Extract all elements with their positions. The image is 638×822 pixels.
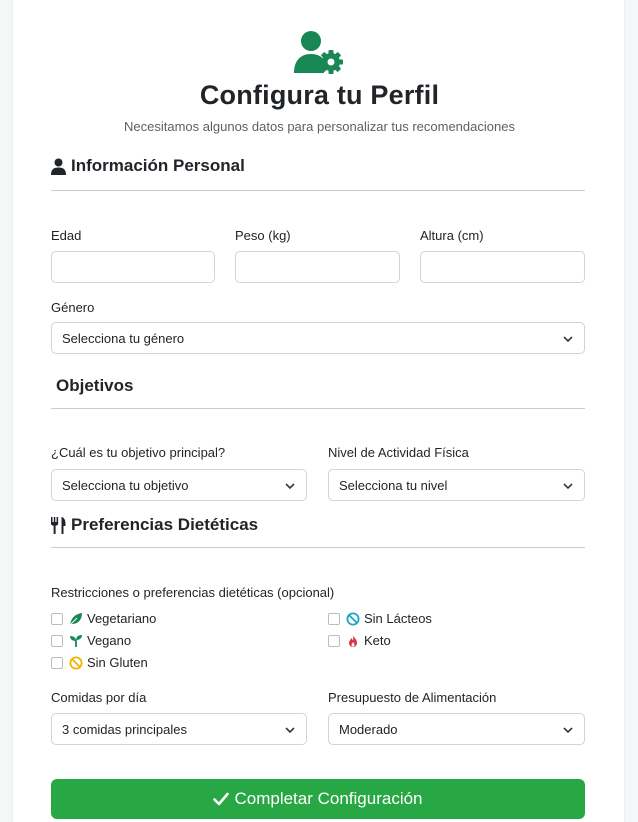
option-gluten-free[interactable]: Sin Gluten <box>51 655 148 670</box>
section-divider <box>51 408 585 409</box>
activity-select[interactable]: Selecciona tu nivel <box>328 469 585 501</box>
check-icon <box>213 792 230 806</box>
keto-checkbox[interactable] <box>328 634 340 647</box>
ban-icon <box>69 656 83 669</box>
budget-select[interactable]: Moderado <box>328 713 585 745</box>
activity-label: Nivel de Actividad Física <box>328 445 469 460</box>
section-divider <box>51 547 585 548</box>
goal-label: ¿Cuál es tu objetivo principal? <box>51 445 226 460</box>
gluten-free-checkbox[interactable] <box>51 656 63 669</box>
activity-select-value: Selecciona tu nivel <box>339 477 448 493</box>
meals-label: Comidas por día <box>51 690 147 705</box>
option-vegan[interactable]: Vegano <box>51 633 131 648</box>
meals-select[interactable]: 3 comidas principales <box>51 713 307 745</box>
weight-label: Peso (kg) <box>235 228 291 243</box>
leaf-icon <box>69 612 82 625</box>
section-personal-label: Información Personal <box>71 156 245 175</box>
page-title: Configura tu Perfil <box>199 80 440 110</box>
vegetarian-checkbox[interactable] <box>51 612 63 625</box>
user-icon <box>51 158 66 175</box>
profile-card: Configura tu Perfil Necesitamos algunos … <box>12 0 625 822</box>
chevron-down-icon <box>285 483 295 490</box>
gender-select[interactable]: Selecciona tu género <box>51 322 585 354</box>
gender-label: Género <box>51 300 95 315</box>
restrictions-label: Restricciones o preferencias dietéticas … <box>51 585 335 600</box>
chevron-down-icon <box>563 483 573 490</box>
section-diet-title: Preferencias Dietéticas <box>51 515 258 535</box>
chevron-down-icon <box>285 727 295 734</box>
gluten-free-label: Sin Gluten <box>87 655 148 670</box>
utensils-icon <box>51 516 66 534</box>
goal-select[interactable]: Selecciona tu objetivo <box>51 469 307 501</box>
age-input[interactable] <box>51 251 215 283</box>
complete-configuration-button[interactable]: Completar Configuración <box>51 779 585 819</box>
section-diet-label: Preferencias Dietéticas <box>71 515 259 534</box>
option-vegetarian[interactable]: Vegetariano <box>51 611 156 626</box>
section-personal-title: Información Personal <box>51 156 245 176</box>
page-subtitle: Necesitamos algunos datos para personali… <box>124 119 515 134</box>
ban-icon <box>346 612 360 625</box>
section-divider <box>51 190 585 191</box>
age-label: Edad <box>51 228 82 243</box>
complete-configuration-label: Completar Configuración <box>234 789 423 808</box>
seedling-icon <box>70 634 82 647</box>
fire-icon <box>349 634 357 647</box>
height-input[interactable] <box>420 251 585 283</box>
budget-label: Presupuesto de Alimentación <box>328 690 497 705</box>
chevron-down-icon <box>563 727 573 734</box>
meals-select-value: 3 comidas principales <box>62 721 188 737</box>
budget-select-value: Moderado <box>339 721 398 737</box>
section-objectives-title: Objetivos <box>56 376 133 396</box>
gender-select-value: Selecciona tu género <box>62 330 185 346</box>
keto-label: Keto <box>364 633 391 648</box>
vegan-label: Vegano <box>87 633 132 648</box>
option-dairy-free[interactable]: Sin Lácteos <box>328 611 432 626</box>
dairy-free-label: Sin Lácteos <box>364 611 432 626</box>
chevron-down-icon <box>563 336 573 343</box>
option-keto[interactable]: Keto <box>328 633 391 648</box>
user-gear-icon <box>294 31 343 74</box>
vegan-checkbox[interactable] <box>51 634 63 647</box>
section-objectives-label: Objetivos <box>56 376 134 395</box>
goal-select-value: Selecciona tu objetivo <box>62 477 189 493</box>
vegetarian-label: Vegetariano <box>87 611 157 626</box>
height-label: Altura (cm) <box>420 228 484 243</box>
weight-input[interactable] <box>235 251 400 283</box>
dairy-free-checkbox[interactable] <box>328 612 340 625</box>
